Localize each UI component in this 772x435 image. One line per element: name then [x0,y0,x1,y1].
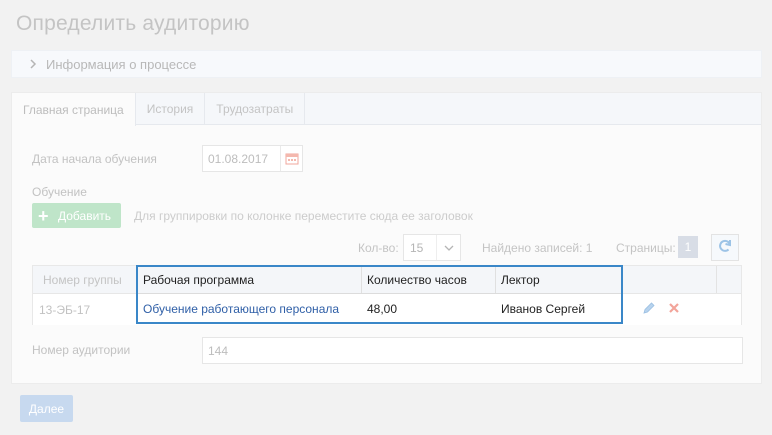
main-panel: Главная страница История Трудозатраты Да… [11,92,762,384]
process-info-toggle[interactable]: Информация о процессе [11,50,762,78]
col-header-lecturer[interactable]: Лектор [496,267,621,293]
tab-main-page[interactable]: Главная страница [12,93,136,126]
cell-lecturer: Иванов Сергей [501,301,586,316]
calendar-icon[interactable] [280,146,302,171]
add-button-label: Добавить [58,208,112,223]
pages-label: Страницы: [616,240,676,255]
refresh-icon [716,237,734,258]
close-icon[interactable] [668,302,680,317]
highlighted-header: Рабочая программа Количество часов Лекто… [138,267,621,294]
start-date-field[interactable]: 01.08.2017 [202,145,303,172]
chevron-right-icon [26,57,40,71]
col-header-actions [635,266,717,293]
page-size-select[interactable]: 15 [403,234,461,261]
next-button[interactable]: Далее [20,395,73,422]
refresh-button[interactable] [711,234,739,261]
plus-icon: + [38,205,49,226]
tab-bar: Главная страница История Трудозатраты [12,93,761,126]
records-found: Найдено записей: 1 [482,240,593,255]
room-number-label: Номер аудитории [32,343,131,357]
group-by-hint: Для группировки по колонке переместите с… [134,209,473,223]
col-header-group-number[interactable]: Номер группы [33,266,148,293]
training-label: Обучение [32,185,87,199]
highlighted-columns: Рабочая программа Количество часов Лекто… [136,265,623,324]
page-title: Определить аудиторию [16,12,250,35]
start-date-value: 01.08.2017 [208,151,269,166]
process-info-label: Информация о процессе [46,56,197,72]
qty-label: Кол-во: [358,240,399,255]
page-size-value: 15 [410,240,424,255]
tab-history[interactable]: История [136,93,206,125]
chevron-down-icon [436,235,460,260]
col-header-hours[interactable]: Количество часов [362,267,496,293]
add-button[interactable]: + Добавить [32,203,121,228]
col-header-program[interactable]: Рабочая программа [138,267,362,293]
start-date-label: Дата начала обучения [32,152,157,166]
row-actions [642,301,680,318]
page-1-button[interactable]: 1 [678,236,698,258]
highlighted-row[interactable]: Обучение работающего персонала 48,00 Ива… [138,295,621,322]
tab-labor-costs[interactable]: Трудозатраты [205,93,306,125]
program-link[interactable]: Обучение работающего персонала [138,295,362,322]
cell-group-number: 13-ЭБ-17 [39,303,91,317]
room-number-field[interactable]: 144 [202,337,743,364]
pencil-icon[interactable] [642,301,656,318]
cell-hours: 48,00 [367,301,398,316]
